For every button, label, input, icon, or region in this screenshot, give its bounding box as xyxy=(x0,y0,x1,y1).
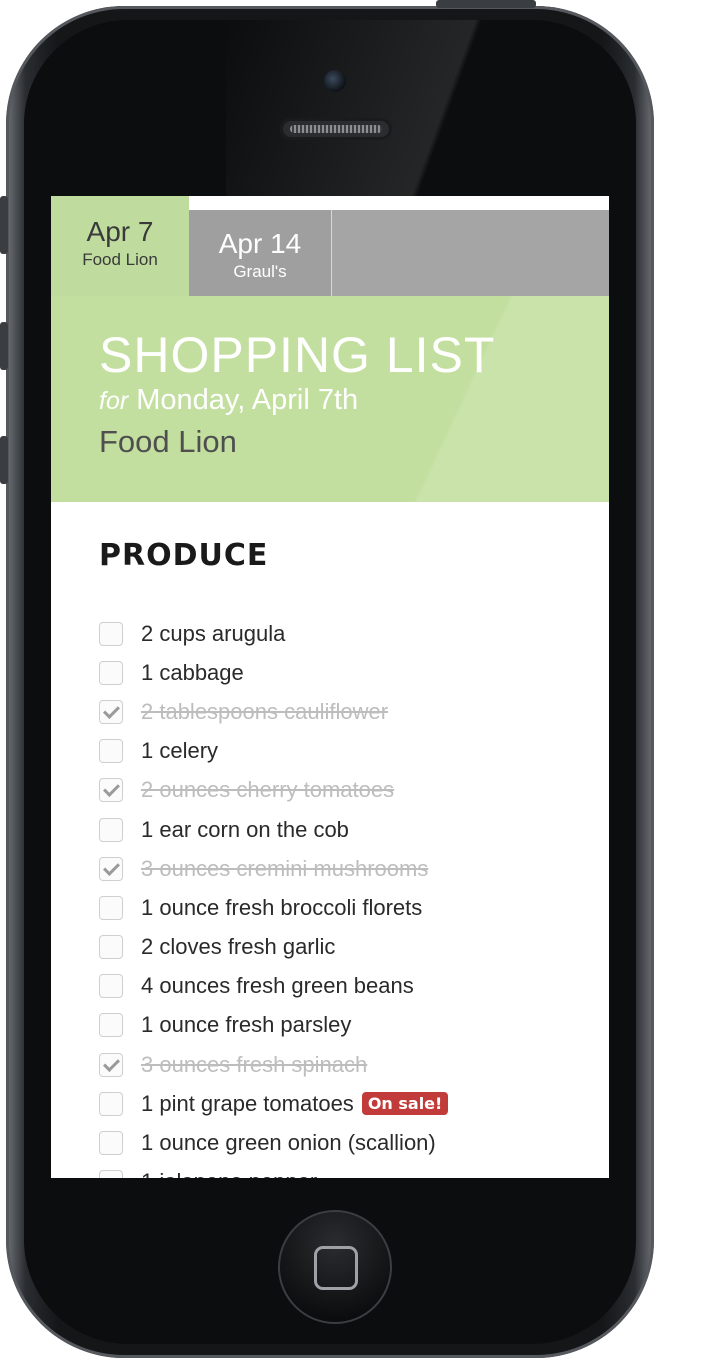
app-screen: Apr 7 Food Lion Apr 14 Graul's SHOPPING … xyxy=(51,196,609,1178)
section-title-produce: PRODUCE xyxy=(99,538,269,573)
list-item[interactable]: 4 ounces fresh green beans xyxy=(99,967,599,1006)
item-label: 1 ounce fresh broccoli florets xyxy=(141,894,423,920)
date-tabbar: Apr 7 Food Lion Apr 14 Graul's xyxy=(51,196,609,296)
item-label: 1 ear corn on the cob xyxy=(141,816,349,842)
tab-date: Apr 7 xyxy=(86,216,154,247)
list-item[interactable]: 1 cabbage xyxy=(99,653,599,692)
item-label: 1 jalapeno pepper xyxy=(141,1169,317,1178)
item-label: 2 ounces cherry tomatoes xyxy=(141,777,395,803)
item-label: 1 ounce fresh parsley xyxy=(141,1012,352,1038)
item-label: 3 ounces cremini mushrooms xyxy=(141,855,429,881)
checked-checkbox[interactable] xyxy=(99,856,123,881)
list-header: SHOPPING LIST for Monday, April 7th Food… xyxy=(51,296,609,502)
item-label: 1 celery xyxy=(141,738,219,764)
checkbox[interactable] xyxy=(99,660,123,685)
volume-up-button xyxy=(0,322,8,370)
list-item[interactable]: 2 cloves fresh garlic xyxy=(99,928,599,967)
list-item[interactable]: 3 ounces cremini mushrooms xyxy=(99,849,599,888)
list-date-text: Monday, April 7th xyxy=(136,384,359,416)
checkbox[interactable] xyxy=(99,935,123,960)
list-item[interactable]: 1 ounce fresh broccoli florets xyxy=(99,888,599,927)
list-item[interactable]: 2 cups arugula xyxy=(99,614,599,653)
shopping-item-list: 2 cups arugula 1 cabbage 2 tablespoons cau… xyxy=(99,614,599,1178)
checkbox[interactable] xyxy=(99,1131,123,1156)
checkbox[interactable] xyxy=(99,1091,123,1116)
checkbox[interactable] xyxy=(99,1170,123,1178)
tab-apr-14[interactable]: Apr 14 Graul's xyxy=(189,210,332,296)
item-label: 4 ounces fresh green beans xyxy=(141,973,414,999)
list-item[interactable]: 2 ounces cherry tomatoes xyxy=(99,771,599,810)
tab-apr-7[interactable]: Apr 7 Food Lion xyxy=(51,196,189,296)
list-item[interactable]: 1 celery xyxy=(99,732,599,771)
item-label: 1 ounce green onion (scallion) xyxy=(141,1130,436,1156)
item-label: 3 ounces fresh spinach xyxy=(141,1051,368,1077)
item-label: 2 cloves fresh garlic xyxy=(141,934,336,960)
tab-store: Graul's xyxy=(233,262,287,281)
tab-date: Apr 14 xyxy=(218,228,302,259)
list-date: for Monday, April 7th xyxy=(99,384,358,417)
list-item[interactable]: 2 tablespoons cauliflower xyxy=(99,692,599,731)
checked-checkbox[interactable] xyxy=(99,1052,123,1077)
home-button[interactable] xyxy=(278,1210,392,1324)
item-label: 1 pint grape tomatoes xyxy=(141,1090,354,1116)
checkbox[interactable] xyxy=(99,621,123,646)
list-item[interactable]: 1 ounce green onion (scallion) xyxy=(99,1123,599,1162)
checkbox[interactable] xyxy=(99,1013,123,1038)
list-item[interactable]: 1 ounce fresh parsley xyxy=(99,1006,599,1045)
home-square-icon xyxy=(314,1246,358,1290)
tab-store: Food Lion xyxy=(82,250,158,269)
checked-checkbox[interactable] xyxy=(99,699,123,724)
list-item[interactable]: 1 ear corn on the cob xyxy=(99,810,599,849)
item-label: 2 tablespoons cauliflower xyxy=(141,698,389,724)
checkbox[interactable] xyxy=(99,974,123,999)
mute-switch xyxy=(0,196,8,254)
list-item[interactable]: 3 ounces fresh spinach xyxy=(99,1045,599,1084)
item-label: 2 cups arugula xyxy=(141,620,286,646)
on-sale-badge: On sale! xyxy=(361,1092,449,1116)
earpiece-speaker xyxy=(280,118,392,140)
for-label: for xyxy=(99,387,129,415)
checkbox[interactable] xyxy=(99,895,123,920)
list-store: Food Lion xyxy=(99,424,237,459)
list-item[interactable]: 1 jalapeno pepper xyxy=(99,1163,599,1178)
checkbox[interactable] xyxy=(99,817,123,842)
list-item[interactable]: 1 pint grape tomatoes On sale! xyxy=(99,1084,599,1123)
checked-checkbox[interactable] xyxy=(99,778,123,803)
volume-down-button xyxy=(0,436,8,484)
power-button xyxy=(436,0,536,8)
front-camera-icon xyxy=(324,70,346,92)
page-title: SHOPPING LIST xyxy=(99,327,496,383)
item-label: 1 cabbage xyxy=(141,659,244,685)
checkbox[interactable] xyxy=(99,739,123,764)
